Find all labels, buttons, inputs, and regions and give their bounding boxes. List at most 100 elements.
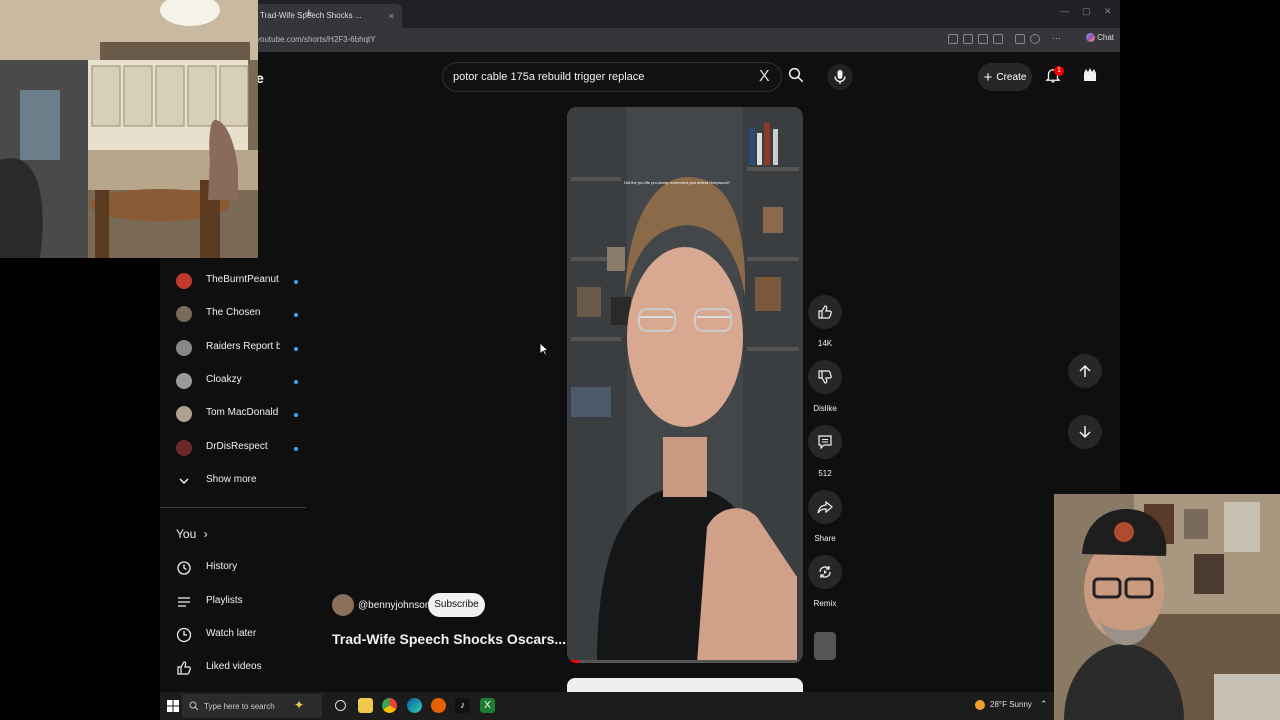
clear-search-icon[interactable]: X (759, 68, 770, 86)
new-content-dot (294, 447, 298, 451)
sidebar-item-watch-later[interactable]: Watch later (172, 625, 302, 645)
excel-icon[interactable]: X (480, 698, 495, 713)
comments-count: 512 (818, 469, 832, 478)
minimize-icon[interactable]: — (1060, 6, 1069, 16)
playlists-icon (178, 597, 190, 607)
short-title[interactable]: Trad-Wife Speech Shocks Oscars... (332, 631, 566, 647)
history-icon (177, 561, 191, 575)
firefox-icon[interactable] (431, 698, 446, 713)
comment-icon (818, 435, 832, 450)
sidebar-item-playlists[interactable]: Playlists (172, 592, 302, 612)
liked-videos-icon (177, 661, 191, 675)
voice-search-button[interactable] (827, 64, 853, 90)
channel-handle[interactable]: @bennyjohnson (358, 600, 430, 611)
arrow-down-icon (1079, 426, 1091, 439)
copilot-chat-button[interactable]: Chat (1085, 33, 1114, 43)
system-tray-chevron-icon[interactable]: ⌃ (1040, 699, 1048, 710)
maximize-icon[interactable]: ▢ (1082, 6, 1091, 17)
dislike-label: Dislike (813, 404, 837, 413)
thumbs-down-icon (818, 370, 832, 384)
channel-name: Raiders Report b... (206, 341, 280, 352)
comments-button[interactable] (808, 425, 842, 459)
share-button[interactable] (808, 490, 842, 524)
sidebar-item-label: Liked videos (206, 661, 262, 672)
show-more-label: Show more (206, 474, 257, 485)
thumbs-up-icon (818, 305, 832, 319)
sidebar-item-label: History (206, 561, 238, 572)
video-progress-bar[interactable] (567, 660, 803, 663)
taskbar-search-placeholder: Type here to search (204, 702, 275, 711)
tiktok-icon[interactable]: ♪ (455, 698, 470, 713)
zoom-icon[interactable] (963, 34, 973, 44)
search-input[interactable]: potor cable 175a rebuild trigger replace (453, 71, 644, 83)
arrow-up-icon (1079, 364, 1091, 377)
windows-start-icon[interactable] (167, 700, 179, 712)
next-short-button[interactable] (1068, 415, 1102, 449)
channel-thumbnail[interactable] (814, 632, 836, 660)
channel-avatar[interactable] (332, 594, 354, 616)
short-video-player[interactable]: Did the pro-life pro-family movement jus… (567, 107, 803, 663)
reader-icon[interactable] (948, 34, 958, 44)
chevron-down-icon (179, 478, 189, 485)
watch-later-icon (176, 627, 192, 643)
active-tab[interactable]: Trad-Wife Speech Shocks ... × (252, 4, 402, 28)
subscription-item[interactable]: Tom MacDonald (172, 404, 298, 424)
remix-icon (819, 566, 831, 578)
tab-close-icon[interactable]: × (389, 4, 394, 28)
sidebar-item-label: Playlists (206, 595, 243, 606)
video-caption: Did the pro-life pro-family movement jus… (624, 180, 730, 185)
like-button[interactable] (808, 295, 842, 329)
new-tab-button[interactable]: + (305, 5, 313, 20)
search-box[interactable]: potor cable 175a rebuild trigger replace… (442, 62, 782, 92)
channel-avatar (176, 440, 192, 456)
more-icon[interactable]: ⋯ (1052, 33, 1062, 43)
channel-avatar (176, 273, 192, 289)
file-explorer-icon[interactable] (358, 698, 373, 713)
close-window-icon[interactable]: ✕ (1104, 6, 1112, 17)
sidebar-item-label: Watch later (206, 628, 257, 639)
you-section-link[interactable]: You › (176, 527, 208, 541)
remix-button[interactable] (808, 555, 842, 589)
search-icon[interactable] (787, 66, 805, 84)
webcam-feed-image (1054, 494, 1280, 720)
subscription-item[interactable]: Cloakzy (172, 371, 298, 391)
create-button[interactable]: + Create (978, 63, 1032, 91)
channel-avatar (176, 406, 192, 422)
channel-avatar (176, 373, 192, 389)
sidebar: TheBurntPeanut The Chosen Raiders Report… (160, 258, 306, 692)
previous-short-button[interactable] (1068, 354, 1102, 388)
channel-name: Cloakzy (206, 374, 242, 385)
subscription-item[interactable]: DrDisRespect (172, 438, 298, 458)
dislike-button[interactable] (808, 360, 842, 394)
share-icon (817, 500, 833, 514)
weather-text[interactable]: 28°F Sunny (990, 700, 1032, 709)
channel-avatar (176, 306, 192, 322)
url-text[interactable]: youtube.com/shorts/H2F3-6bhqtY (256, 35, 376, 44)
sidebar-item-liked-videos[interactable]: Liked videos (172, 658, 302, 678)
extension-icon[interactable] (993, 34, 1003, 44)
sidebar-item-history[interactable]: History (172, 558, 302, 578)
chrome-icon[interactable] (382, 698, 397, 713)
subscription-item[interactable]: The Chosen (172, 304, 298, 324)
address-bar: youtube.com/shorts/H2F3-6bhqtY ⋯ Chat (160, 28, 1120, 52)
remix-label: Remix (813, 599, 837, 608)
cortana-icon[interactable] (335, 700, 346, 711)
favorites-bar-icon[interactable] (1015, 34, 1025, 44)
microphone-icon (834, 70, 846, 84)
channel-name: TheBurntPeanut (206, 274, 279, 285)
edge-icon[interactable] (407, 698, 422, 713)
subscription-item[interactable]: TheBurntPeanut (172, 271, 298, 291)
favorite-icon[interactable] (978, 34, 988, 44)
subscribe-button[interactable]: Subscribe (428, 593, 485, 617)
profile-icon[interactable] (1030, 34, 1040, 44)
next-short-preview[interactable] (567, 678, 803, 692)
plus-icon: + (983, 68, 993, 86)
show-more-button[interactable]: Show more (172, 471, 292, 491)
windows-taskbar: Type here to search ✦ ♪ X 28°F Sunny ⌃ (160, 692, 1054, 720)
subscription-item[interactable]: Raiders Report b... (172, 338, 298, 358)
account-avatar[interactable] (1078, 64, 1102, 88)
search-highlight-icon: ✦ (294, 698, 305, 712)
you-heading: You (176, 527, 197, 541)
taskbar-search-box[interactable]: Type here to search ✦ (182, 694, 322, 718)
copilot-icon (1085, 33, 1095, 43)
